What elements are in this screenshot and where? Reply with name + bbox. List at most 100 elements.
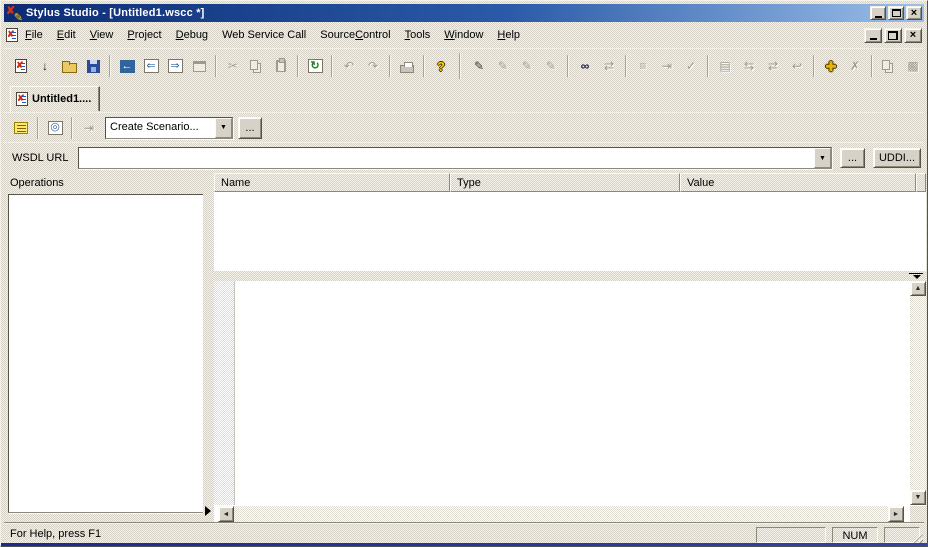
menu-item-sourcecontrol[interactable]: SourceControl [313, 26, 397, 44]
main-area: Operations NameTypeValue ▲ ▼ ◄ [1, 173, 928, 522]
cut-button: ✂ [221, 55, 245, 78]
print-button [395, 55, 419, 78]
refresh-icon: ↻ [308, 59, 323, 73]
uddi-button-label: UDDI... [879, 152, 915, 164]
result-editor: ▲ ▼ ◄ ► [214, 281, 926, 522]
back-button[interactable]: ← [115, 55, 139, 78]
new-document-button[interactable] [9, 55, 33, 78]
column-header-name[interactable]: Name [214, 173, 450, 192]
send-request-button: ⇥ [77, 116, 101, 139]
cut-icon: ✂ [228, 60, 238, 72]
scenario-reorder-button: ⇆ [737, 55, 761, 78]
scenario-browse-button[interactable]: ... [238, 117, 262, 139]
menu-item-tools[interactable]: Tools [398, 26, 438, 44]
mdi-minimize-button[interactable] [864, 28, 882, 43]
scenario-combobox[interactable]: Create Scenario... ▼ [105, 117, 233, 139]
uddi-button[interactable]: UDDI... [873, 148, 921, 168]
status-cell-1 [756, 527, 826, 543]
editor-vertical-scrollbar[interactable]: ▲ ▼ [910, 281, 926, 505]
find-binoculars-button[interactable]: ∞ [573, 55, 597, 78]
open-button[interactable] [57, 55, 81, 78]
menu-item-window[interactable]: Window [437, 26, 490, 44]
mdi-close-button[interactable]: × [904, 28, 922, 43]
pen-cross-button: ✎ [539, 55, 563, 78]
scenario-properties-icon [14, 122, 28, 134]
window-frame-button [187, 55, 211, 78]
find-binoculars-icon: ∞ [581, 60, 590, 72]
vertical-pane-splitter[interactable] [203, 173, 214, 522]
print-icon [400, 65, 414, 73]
minimize-button[interactable] [870, 6, 886, 20]
indent-button: ⇥ [655, 55, 679, 78]
app-logo-icon: ✘✎ [6, 6, 22, 21]
help-button[interactable]: ? [429, 55, 453, 78]
menu-items: FileEditViewProjectDebugWeb Service Call… [18, 26, 862, 44]
vertical-scroll-track[interactable] [910, 296, 926, 490]
wsdl-browse-button[interactable]: ... [840, 148, 865, 168]
scenario-browse-label: ... [245, 122, 254, 134]
pen-percent-2-icon: ✎ [522, 60, 532, 72]
editor-selection-margin [214, 281, 235, 505]
close-button[interactable]: × [906, 6, 922, 20]
undo-icon: ↶ [344, 60, 354, 72]
scrollbar-corner [910, 506, 926, 522]
toolbar-separator [71, 117, 73, 139]
menu-item-view[interactable]: View [83, 26, 121, 44]
menu-item-debug[interactable]: Debug [169, 26, 215, 44]
scroll-up-button[interactable]: ▲ [910, 281, 926, 296]
editor-horizontal-scrollbar[interactable]: ◄ ► [218, 506, 904, 522]
pen-slash-button: ✓ [679, 55, 703, 78]
add-scenario-button[interactable]: ✚ [819, 55, 843, 78]
toolbar-separator [389, 55, 391, 77]
scenario-combo-dropdown-button[interactable]: ▼ [215, 118, 232, 138]
editor-text-area[interactable] [236, 281, 910, 505]
scenario-sync-button: ⇄ [761, 55, 785, 78]
scroll-left-button[interactable]: ◄ [218, 506, 234, 522]
menu-item-web-service-call[interactable]: Web Service Call [215, 26, 313, 44]
pen-button[interactable]: ✎ [467, 55, 491, 78]
scroll-right-button[interactable]: ► [888, 506, 904, 522]
splitter-collapse-handle[interactable] [909, 273, 923, 280]
column-header-type[interactable]: Type [450, 173, 680, 192]
menu-item-project[interactable]: Project [120, 26, 168, 44]
operations-list[interactable] [8, 194, 205, 513]
parameters-pane: NameTypeValue ▲ ▼ ◄ ► [214, 173, 926, 522]
save-button[interactable] [81, 55, 105, 78]
wsdl-url-label: WSDL URL [12, 152, 68, 164]
horizontal-splitter[interactable] [214, 271, 926, 281]
tab-label: Untitled1.... [32, 93, 91, 105]
mdi-restore-button[interactable] [884, 28, 902, 43]
status-message: For Help, press F1 [10, 528, 101, 540]
back-icon: ← [120, 60, 135, 73]
add-scenario-icon: ✚ [826, 60, 837, 73]
tab-untitled1[interactable]: Untitled1.... [10, 86, 100, 111]
indent-icon: ⇥ [662, 60, 672, 72]
refresh-button[interactable]: ↻ [303, 55, 327, 78]
maximize-button[interactable] [888, 6, 904, 20]
operations-pane-title: Operations [4, 173, 203, 189]
pen-percent-icon: ✎ [498, 60, 508, 72]
wsdl-url-dropdown-button[interactable]: ▼ [814, 148, 831, 168]
menu-item-help[interactable]: Help [490, 26, 527, 44]
toolbar-separator [215, 55, 217, 77]
scroll-down-button[interactable]: ▼ [910, 490, 926, 505]
toolbar-separator [871, 55, 873, 77]
back-into-document-button[interactable]: ⇐ [139, 55, 163, 78]
scenario-sync-icon: ⇄ [768, 60, 778, 72]
copy-button [245, 55, 269, 78]
mdi-restore-icon [888, 31, 898, 40]
help-icon: ? [437, 60, 445, 73]
menu-item-edit[interactable]: Edit [50, 26, 83, 44]
forward-into-document-button[interactable]: ⇒ [163, 55, 187, 78]
horizontal-scroll-track[interactable] [234, 506, 888, 522]
pane-scroll-arrow-icon[interactable] [205, 506, 211, 516]
menu-item-file[interactable]: File [18, 26, 50, 44]
column-header-value[interactable]: Value [680, 173, 916, 192]
scenario-properties-button[interactable] [9, 116, 33, 139]
wsdl-url-input[interactable] [79, 148, 814, 168]
fetch-url-button[interactable]: ↓ [33, 55, 57, 78]
delete-scenario-button: ✗ [843, 55, 867, 78]
document-tab-row: Untitled1.... [4, 83, 924, 112]
parameters-table-body[interactable] [214, 192, 926, 271]
preview-magnifier-button[interactable]: ◎ [43, 116, 67, 139]
